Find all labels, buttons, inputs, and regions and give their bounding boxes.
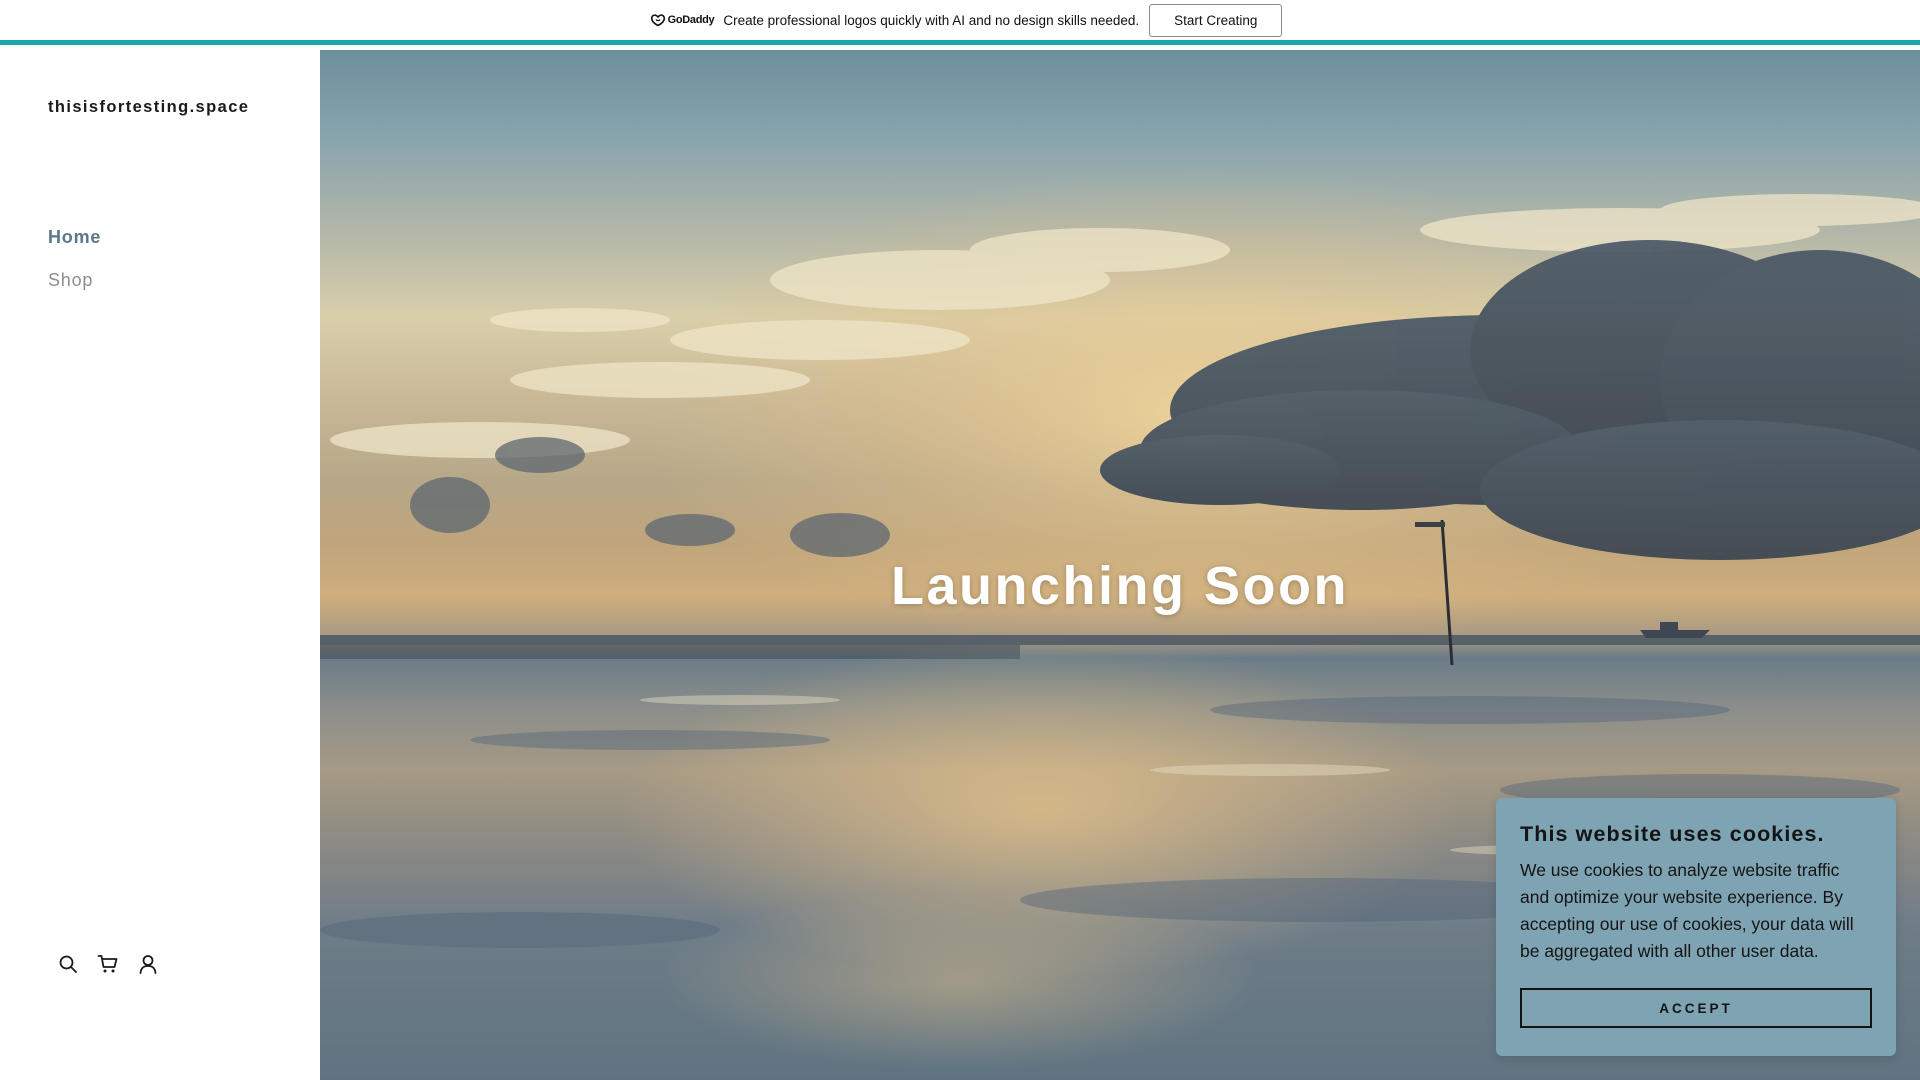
cookie-banner: This website uses cookies. We use cookie… — [1496, 798, 1896, 1056]
promo-bar: GoDaddy Create professional logos quickl… — [0, 0, 1920, 45]
nav-item-shop[interactable]: Shop — [48, 270, 101, 291]
account-icon[interactable] — [136, 952, 160, 976]
nav-item-home[interactable]: Home — [48, 227, 101, 248]
godaddy-logo: GoDaddy — [650, 13, 715, 27]
site-title[interactable]: thisisfortesting.space — [48, 98, 249, 117]
cart-icon[interactable] — [96, 952, 120, 976]
godaddy-logo-text: GoDaddy — [667, 14, 715, 26]
hero-title: Launching Soon — [891, 556, 1349, 616]
cookie-title: This website uses cookies. — [1520, 822, 1825, 846]
promo-content: GoDaddy Create professional logos quickl… — [650, 3, 1283, 37]
godaddy-logo-icon — [650, 14, 665, 27]
sidebar-utility-icons — [56, 952, 176, 976]
promo-message: Create professional logos quickly with A… — [723, 12, 1140, 28]
start-creating-button[interactable]: Start Creating — [1149, 3, 1283, 37]
cookie-message: We use cookies to analyze website traffi… — [1520, 860, 1854, 961]
sidebar: thisisfortesting.space Home Shop — [0, 50, 320, 1080]
search-icon[interactable] — [56, 952, 80, 976]
sidebar-nav: Home Shop — [48, 227, 101, 313]
accept-cookies-button[interactable]: ACCEPT — [1520, 988, 1872, 1028]
